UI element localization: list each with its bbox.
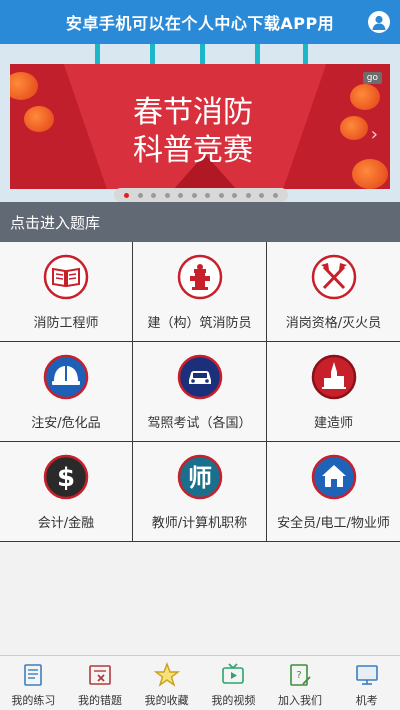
category-fire-post[interactable]: 消岗资格/灭火员 <box>267 242 400 342</box>
banner-next-arrow[interactable]: › <box>371 124 378 145</box>
nav-label: 我的视频 <box>211 694 256 707</box>
car-icon <box>177 354 222 400</box>
bottom-nav: 我的练习 我的错题 我的收藏 我的视频 ? 加入我们 机考 <box>0 655 400 710</box>
video-icon <box>222 663 245 684</box>
nav-label: 我的收藏 <box>144 694 189 707</box>
category-label: 消岗资格/灭火员 <box>285 316 382 331</box>
category-label: 教师/计算机职称 <box>151 516 248 531</box>
category-safety-officer[interactable]: 安全员/电工/物业师 <box>267 442 400 542</box>
carousel-dot[interactable] <box>151 192 157 198</box>
teacher-icon: 师 <box>177 454 222 500</box>
category-fire-engineer[interactable]: 消防工程师 <box>0 242 133 342</box>
banner-line-2: 科普竞赛 <box>133 133 253 168</box>
svg-text:师: 师 <box>188 464 212 492</box>
carousel-dot[interactable] <box>164 192 170 198</box>
star-icon <box>153 662 180 687</box>
banner-line-1: 春节消防 <box>133 95 253 130</box>
carousel-dot[interactable] <box>124 192 130 198</box>
category-safety-hazmat[interactable]: 注安/危化品 <box>0 342 133 442</box>
join-icon: ? <box>290 664 311 686</box>
header-title: 安卓手机可以在个人中心下载APP用 <box>65 14 335 33</box>
category-teacher[interactable]: 师 教师/计算机职称 <box>133 442 267 542</box>
lantern-icon <box>352 159 388 189</box>
nav-my-favorites[interactable]: 我的收藏 <box>133 656 200 710</box>
svg-text:$: $ <box>57 463 75 493</box>
monitor-icon <box>355 665 378 685</box>
building-icon <box>311 354 356 400</box>
carousel-dot[interactable] <box>272 192 278 198</box>
carousel-indicator[interactable] <box>114 188 288 202</box>
nav-computer-exam[interactable]: 机考 <box>333 656 400 710</box>
carousel-dot[interactable] <box>178 192 184 198</box>
category-label: 消防工程师 <box>33 316 99 331</box>
nav-my-practice[interactable]: 我的练习 <box>0 656 67 710</box>
nav-label: 我的错题 <box>78 694 122 707</box>
nav-label: 机考 <box>355 694 378 707</box>
lantern-icon <box>340 116 368 140</box>
banner-top-decoration <box>0 44 400 64</box>
category-label: 注安/危化品 <box>31 416 101 431</box>
section-title: 点击进入题库 <box>10 213 101 232</box>
category-constructor[interactable]: 建造师 <box>267 342 400 442</box>
carousel-dot[interactable] <box>259 192 265 198</box>
carousel-dot[interactable] <box>218 192 224 198</box>
fire-hydrant-icon <box>177 254 222 300</box>
nav-join-us[interactable]: ? 加入我们 <box>267 656 334 710</box>
lantern-icon <box>10 72 38 100</box>
nav-label: 加入我们 <box>278 694 323 707</box>
wrong-answers-icon <box>89 665 111 685</box>
nav-my-videos[interactable]: 我的视频 <box>200 656 267 710</box>
safety-helmet-icon <box>43 354 89 400</box>
nav-my-wrong[interactable]: 我的错题 <box>67 656 134 710</box>
category-label: 建造师 <box>313 416 353 431</box>
category-label: 安全员/电工/物业师 <box>277 516 390 531</box>
category-label: 驾照考试（各国） <box>147 416 252 431</box>
carousel-dot[interactable] <box>245 192 251 198</box>
axe-crossed-icon <box>311 254 356 300</box>
section-header: 点击进入题库 <box>0 202 400 242</box>
carousel-dot[interactable] <box>232 192 238 198</box>
svg-text:?: ? <box>296 670 301 681</box>
banner-badge: go <box>362 72 382 84</box>
category-driving-test[interactable]: 驾照考试（各国） <box>133 342 267 442</box>
nav-label: 我的练习 <box>11 694 56 707</box>
dollar-icon: $ <box>43 454 89 500</box>
category-fire-fighter[interactable]: 建（构）筑消防员 <box>133 242 267 342</box>
house-icon <box>311 454 356 500</box>
carousel-dot[interactable] <box>205 192 211 198</box>
category-label: 建（构）筑消防员 <box>147 316 252 331</box>
banner-text: 春节消防 科普竞赛 <box>88 94 298 170</box>
practice-icon <box>24 664 43 686</box>
user-icon <box>372 15 386 30</box>
carousel-dot[interactable] <box>191 192 197 198</box>
app-header: 安卓手机可以在个人中心下载APP用 <box>0 0 400 44</box>
user-profile-button[interactable] <box>368 11 390 33</box>
category-label: 会计/金融 <box>37 516 95 531</box>
lantern-icon <box>24 106 54 132</box>
banner-area: 春节消防 科普竞赛 go › <box>0 44 400 202</box>
book-icon <box>43 254 89 300</box>
promo-banner[interactable]: 春节消防 科普竞赛 go › <box>10 64 390 189</box>
category-grid: 消防工程师 建（构）筑消防员 消岗资格/灭火员 注安/危化品 驾照考试（各国） … <box>0 242 400 542</box>
carousel-dot[interactable] <box>137 192 143 198</box>
category-accounting[interactable]: $ 会计/金融 <box>0 442 133 542</box>
lantern-icon <box>350 84 380 110</box>
